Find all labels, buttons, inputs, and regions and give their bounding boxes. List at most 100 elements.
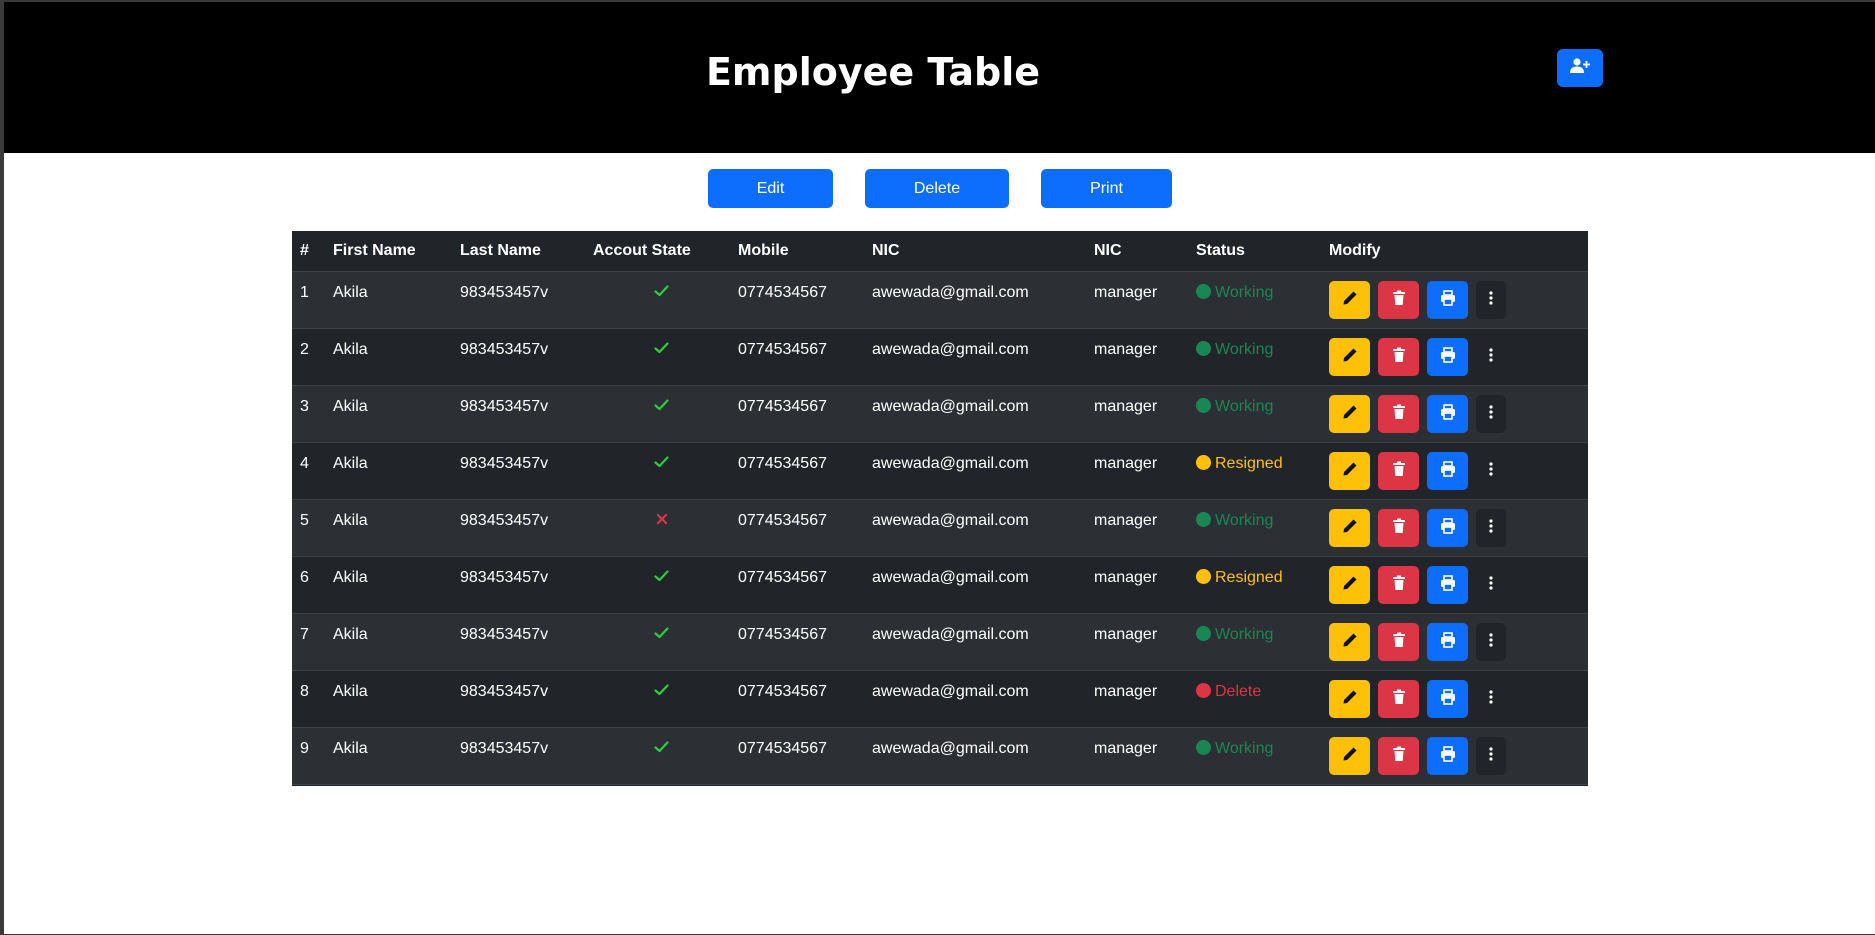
more-options-button[interactable] (1476, 395, 1506, 433)
delete-row-button[interactable] (1378, 623, 1419, 661)
modify-cell (1321, 442, 1588, 500)
print-row-button[interactable] (1427, 680, 1468, 718)
email: awewada@gmail.com (872, 683, 1029, 700)
role: manager (1094, 683, 1158, 700)
print-row-button[interactable] (1427, 566, 1468, 604)
email-cell: awewada@gmail.com (864, 556, 1086, 614)
more-options-button[interactable] (1476, 452, 1506, 490)
print-row-button[interactable] (1427, 737, 1468, 775)
status-cell: Delete (1188, 670, 1321, 728)
table-row: 7 Akila 983453457v 0774534567 awewada@gmail.… (292, 613, 1588, 671)
printer-icon (1440, 745, 1456, 767)
more-options-button[interactable] (1476, 680, 1506, 718)
status-dot (1196, 455, 1211, 470)
print-row-button[interactable] (1427, 281, 1468, 319)
print-row-button[interactable] (1427, 395, 1468, 433)
table-row: 3 Akila 983453457v 0774534567 awewada@gmail.… (292, 385, 1588, 443)
first-name: Akila (333, 740, 368, 757)
mobile-cell: 0774534567 (730, 499, 864, 557)
delete-row-button[interactable] (1378, 281, 1419, 319)
email-cell: awewada@gmail.com (864, 670, 1086, 728)
edit-row-button[interactable] (1329, 623, 1370, 661)
delete-row-button[interactable] (1378, 737, 1419, 775)
status-dot (1196, 284, 1211, 299)
delete-row-button[interactable] (1378, 452, 1419, 490)
edit-row-button[interactable] (1329, 452, 1370, 490)
page-title: Employee Table (705, 50, 1041, 94)
delete-button[interactable]: Delete (865, 169, 1009, 208)
status-label: Working (1215, 740, 1274, 757)
row-number-cell: 6 (292, 556, 325, 614)
printer-icon (1440, 517, 1456, 539)
trash-icon (1392, 290, 1406, 311)
employee-table: # First Name Last Name Accout State Mobile NI… (292, 231, 1588, 786)
row-number-cell: 4 (292, 442, 325, 500)
edit-row-button[interactable] (1329, 566, 1370, 604)
kebab-menu-icon (1489, 518, 1493, 538)
mobile-cell: 0774534567 (730, 613, 864, 671)
more-options-button[interactable] (1476, 566, 1506, 604)
delete-row-button[interactable] (1378, 338, 1419, 376)
edit-button[interactable]: Edit (708, 169, 833, 208)
first-name: Akila (333, 569, 368, 586)
print-row-button[interactable] (1427, 623, 1468, 661)
account-state-cell (585, 385, 730, 443)
status-label: Working (1215, 398, 1274, 415)
status-dot (1196, 683, 1211, 698)
role: manager (1094, 626, 1158, 643)
table-row: 8 Akila 983453457v 0774534567 awewada@gmail.… (292, 670, 1588, 728)
status-dot (1196, 740, 1211, 755)
delete-row-button[interactable] (1378, 566, 1419, 604)
delete-row-button[interactable] (1378, 680, 1419, 718)
edit-row-button[interactable] (1329, 680, 1370, 718)
column-header: NIC (1086, 231, 1188, 272)
first-name-cell: Akila (325, 328, 452, 386)
email: awewada@gmail.com (872, 284, 1029, 301)
row-number: 4 (300, 455, 309, 472)
more-options-button[interactable] (1476, 509, 1506, 547)
role-cell: manager (1086, 556, 1188, 614)
more-options-button[interactable] (1476, 623, 1506, 661)
status-label: Delete (1215, 683, 1262, 700)
mobile: 0774534567 (738, 455, 827, 472)
role-cell: manager (1086, 613, 1188, 671)
more-options-button[interactable] (1476, 737, 1506, 775)
edit-row-button[interactable] (1329, 737, 1370, 775)
edit-row-button[interactable] (1329, 395, 1370, 433)
role: manager (1094, 512, 1158, 529)
more-options-button[interactable] (1476, 281, 1506, 319)
email-cell: awewada@gmail.com (864, 613, 1086, 671)
add-user-button[interactable] (1557, 49, 1603, 87)
edit-row-button[interactable] (1329, 281, 1370, 319)
column-header: # (292, 231, 325, 272)
print-row-button[interactable] (1427, 509, 1468, 547)
mobile-cell: 0774534567 (730, 556, 864, 614)
print-row-button[interactable] (1427, 452, 1468, 490)
mobile-cell: 0774534567 (730, 328, 864, 386)
table-row: 6 Akila 983453457v 0774534567 awewada@gmail.… (292, 556, 1588, 614)
trash-icon (1392, 347, 1406, 368)
x-icon (656, 512, 668, 529)
print-button[interactable]: Print (1041, 169, 1172, 208)
modify-cell (1321, 727, 1588, 785)
email-cell: awewada@gmail.com (864, 328, 1086, 386)
edit-row-button[interactable] (1329, 509, 1370, 547)
status-cell: Working (1188, 271, 1321, 329)
column-header: Modify (1321, 231, 1588, 272)
row-number-cell: 3 (292, 385, 325, 443)
delete-row-button[interactable] (1378, 395, 1419, 433)
email-cell: awewada@gmail.com (864, 385, 1086, 443)
edit-row-button[interactable] (1329, 338, 1370, 376)
trash-icon (1392, 746, 1406, 767)
last-name-cell: 983453457v (452, 328, 585, 386)
last-name-cell: 983453457v (452, 670, 585, 728)
account-state-cell (585, 670, 730, 728)
delete-row-button[interactable] (1378, 509, 1419, 547)
first-name: Akila (333, 284, 368, 301)
trash-icon (1392, 461, 1406, 482)
kebab-menu-icon (1489, 746, 1493, 766)
mobile: 0774534567 (738, 512, 827, 529)
person-plus-icon (1570, 57, 1590, 79)
more-options-button[interactable] (1476, 338, 1506, 376)
print-row-button[interactable] (1427, 338, 1468, 376)
